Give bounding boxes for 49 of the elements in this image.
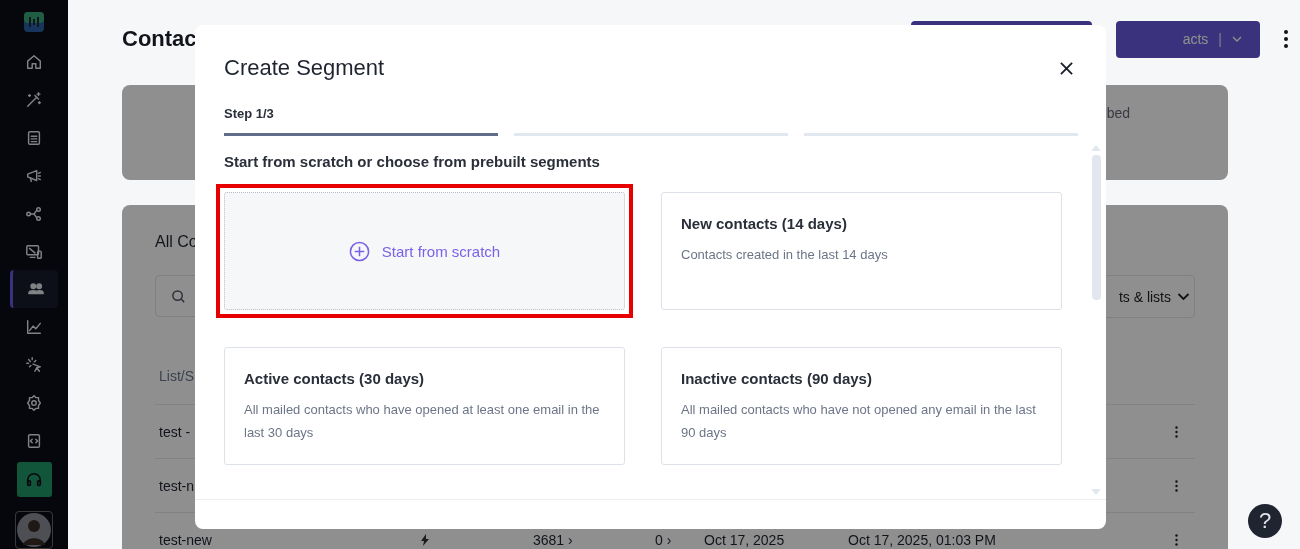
search-icon: [171, 288, 186, 304]
table-cell: Oct 17, 2025, 01:03 PM: [848, 531, 996, 548]
table-cell: test-new: [159, 531, 212, 548]
card-description: Contacts created in the last 14 days: [681, 246, 889, 264]
home-icon: [25, 52, 43, 71]
card-title: New contacts (14 days): [681, 215, 848, 232]
card-title: Active contacts (30 days): [244, 370, 426, 387]
avatar[interactable]: [15, 511, 53, 549]
magic-wand-icon: [25, 90, 43, 109]
card-title: Inactive contacts (90 days): [681, 370, 873, 387]
dialog-title: Create Segment: [224, 55, 385, 81]
more-icon[interactable]: [1175, 477, 1178, 494]
more-icon[interactable]: [1284, 30, 1288, 48]
start-from-scratch-card[interactable]: Start from scratch: [224, 192, 625, 310]
lightning-icon: [421, 533, 429, 546]
settings-icon: [25, 394, 43, 413]
table-cell: 3681 ›: [533, 531, 573, 548]
scroll-down-icon: [1091, 489, 1101, 495]
line-chart-icon: [25, 318, 43, 337]
plus-circle-icon: [348, 240, 370, 262]
table-cell: 0 ›: [655, 531, 672, 548]
code-file-icon: [25, 432, 43, 451]
section-heading: Start from scratch or choose from prebuilt segments: [224, 153, 601, 170]
table-cell: test-n: [159, 477, 194, 494]
logo-icon: [24, 12, 44, 32]
segment-card[interactable]: Active contacts (30 days) All mailed contacts who have opened at least one email in the last 30 days: [224, 347, 625, 465]
column-header: List/S: [159, 368, 194, 384]
segment-card[interactable]: Inactive contacts (90 days) All mailed contacts who have not opened any email in the last 90 days: [661, 347, 1062, 465]
more-icon[interactable]: [1175, 531, 1178, 548]
chevron-down-icon: [1177, 292, 1190, 301]
help-button[interactable]: ?: [1248, 504, 1282, 538]
table-cell: Oct 17, 2025: [704, 531, 785, 548]
step-label: Step 1/3: [224, 106, 275, 121]
stat-label: bed: [1106, 105, 1130, 123]
more-icon[interactable]: [1175, 423, 1178, 440]
cursor-click-icon: [25, 356, 43, 375]
card-description: All mailed contacts who have not opened any email in the last 90 days: [681, 401, 1037, 442]
close-icon[interactable]: [1060, 61, 1073, 75]
scroll-up-icon: [1091, 145, 1101, 151]
chevron-down-icon: [1232, 36, 1242, 42]
page-title: Contac: [122, 26, 197, 52]
card-description: All mailed contacts who have opened at least one email in the last 30 days: [244, 401, 601, 442]
headset-icon: [25, 470, 43, 489]
nav-item[interactable]: [10, 270, 58, 309]
segment-card[interactable]: New contacts (14 days) Contacts created in the last 14 days: [661, 192, 1062, 310]
share-nodes-icon: [25, 204, 43, 223]
table-cell: test -: [159, 423, 191, 440]
monitor-phone-icon: [25, 242, 43, 261]
document-icon: [25, 128, 43, 147]
